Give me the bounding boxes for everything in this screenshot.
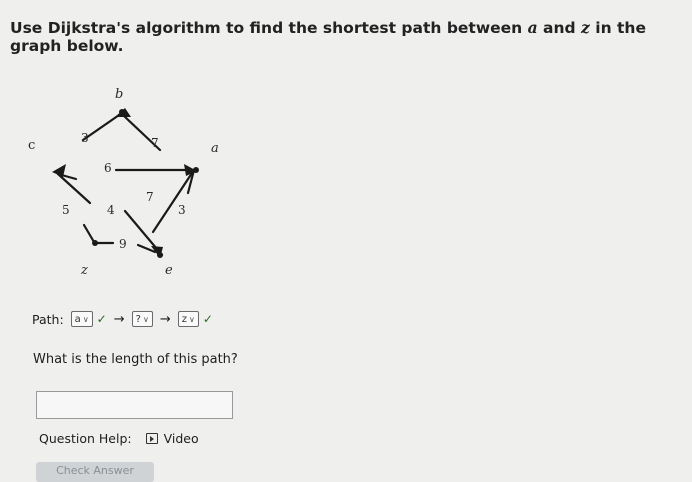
node-a-dot [193,167,199,173]
path-select-3[interactable]: z ∨ [177,311,199,327]
node-e-dot [157,252,163,258]
weight-b-a: 7 [151,136,159,150]
weight-c-z: 5 [62,203,70,217]
arrow-2: → [159,311,171,327]
length-question: What is the length of this path? [33,352,238,367]
path-label: Path: [32,311,64,327]
video-link[interactable]: Video [164,431,199,446]
check-answer-button[interactable]: Check Answer [36,462,154,482]
node-label-z: z [80,263,88,278]
edge-b-c [81,111,124,142]
weight-a-e-right: 3 [178,203,186,217]
node-label-c: c [28,138,35,153]
node-label-a: a [211,141,219,156]
node-label-e: e [165,263,173,278]
chevron-down-icon: ∨ [142,314,149,324]
edge-a-e [151,168,196,234]
video-icon[interactable] [145,433,158,444]
weight-z-e: 9 [119,237,127,251]
question-help: Question Help: Video [39,431,199,446]
help-label: Question Help: [39,431,132,446]
weight-a-c: 6 [104,161,112,175]
path-select-1[interactable]: a ∨ [70,311,93,327]
path-select-2[interactable]: ? ∨ [131,311,153,327]
edge-e-short [136,243,157,254]
node-b-dot [119,109,125,115]
arrow-1: → [113,311,125,327]
answer-input[interactable] [36,391,233,419]
weight-a-e: 7 [146,190,154,204]
path-row: Path: a ∨ ✓ → ? ∨ → z ∨ ✓ [32,311,213,327]
check-mark-icon: ✓ [202,312,213,326]
graph-figure: b c a z e 3 7 6 7 5 4 3 9 [28,87,219,278]
weight-b-c: 3 [81,131,89,145]
chevron-down-icon: ∨ [188,314,195,324]
node-label-b: b [115,87,123,102]
check-mark-icon: ✓ [96,312,107,326]
weight-c-e: 4 [107,203,115,217]
chevron-down-icon: ∨ [82,314,89,324]
node-z-dot [92,240,98,246]
edge-z-left [82,223,96,244]
